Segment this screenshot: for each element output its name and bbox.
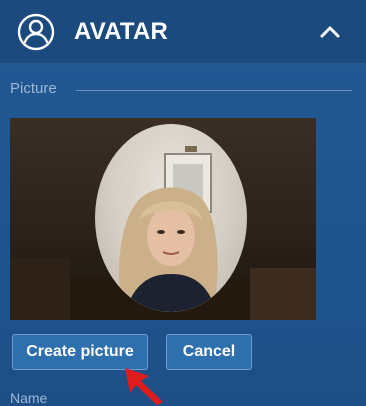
cancel-button[interactable]: Cancel (166, 334, 252, 370)
webcam-preview (10, 118, 316, 320)
section-divider (76, 90, 352, 91)
chevron-up-icon[interactable] (316, 20, 344, 44)
webcam-face-oval (95, 124, 247, 312)
name-section-label: Name (10, 390, 48, 406)
panel-title: AVATAR (74, 18, 169, 45)
avatar-panel: AVATAR Picture Create picture Cancel Nam… (0, 0, 366, 406)
panel-header[interactable]: AVATAR (0, 0, 366, 64)
webcam-person (119, 146, 218, 312)
picture-section-label: Picture (10, 80, 57, 97)
red-pointer-arrow-icon (125, 368, 163, 405)
user-circle-icon (17, 13, 55, 51)
